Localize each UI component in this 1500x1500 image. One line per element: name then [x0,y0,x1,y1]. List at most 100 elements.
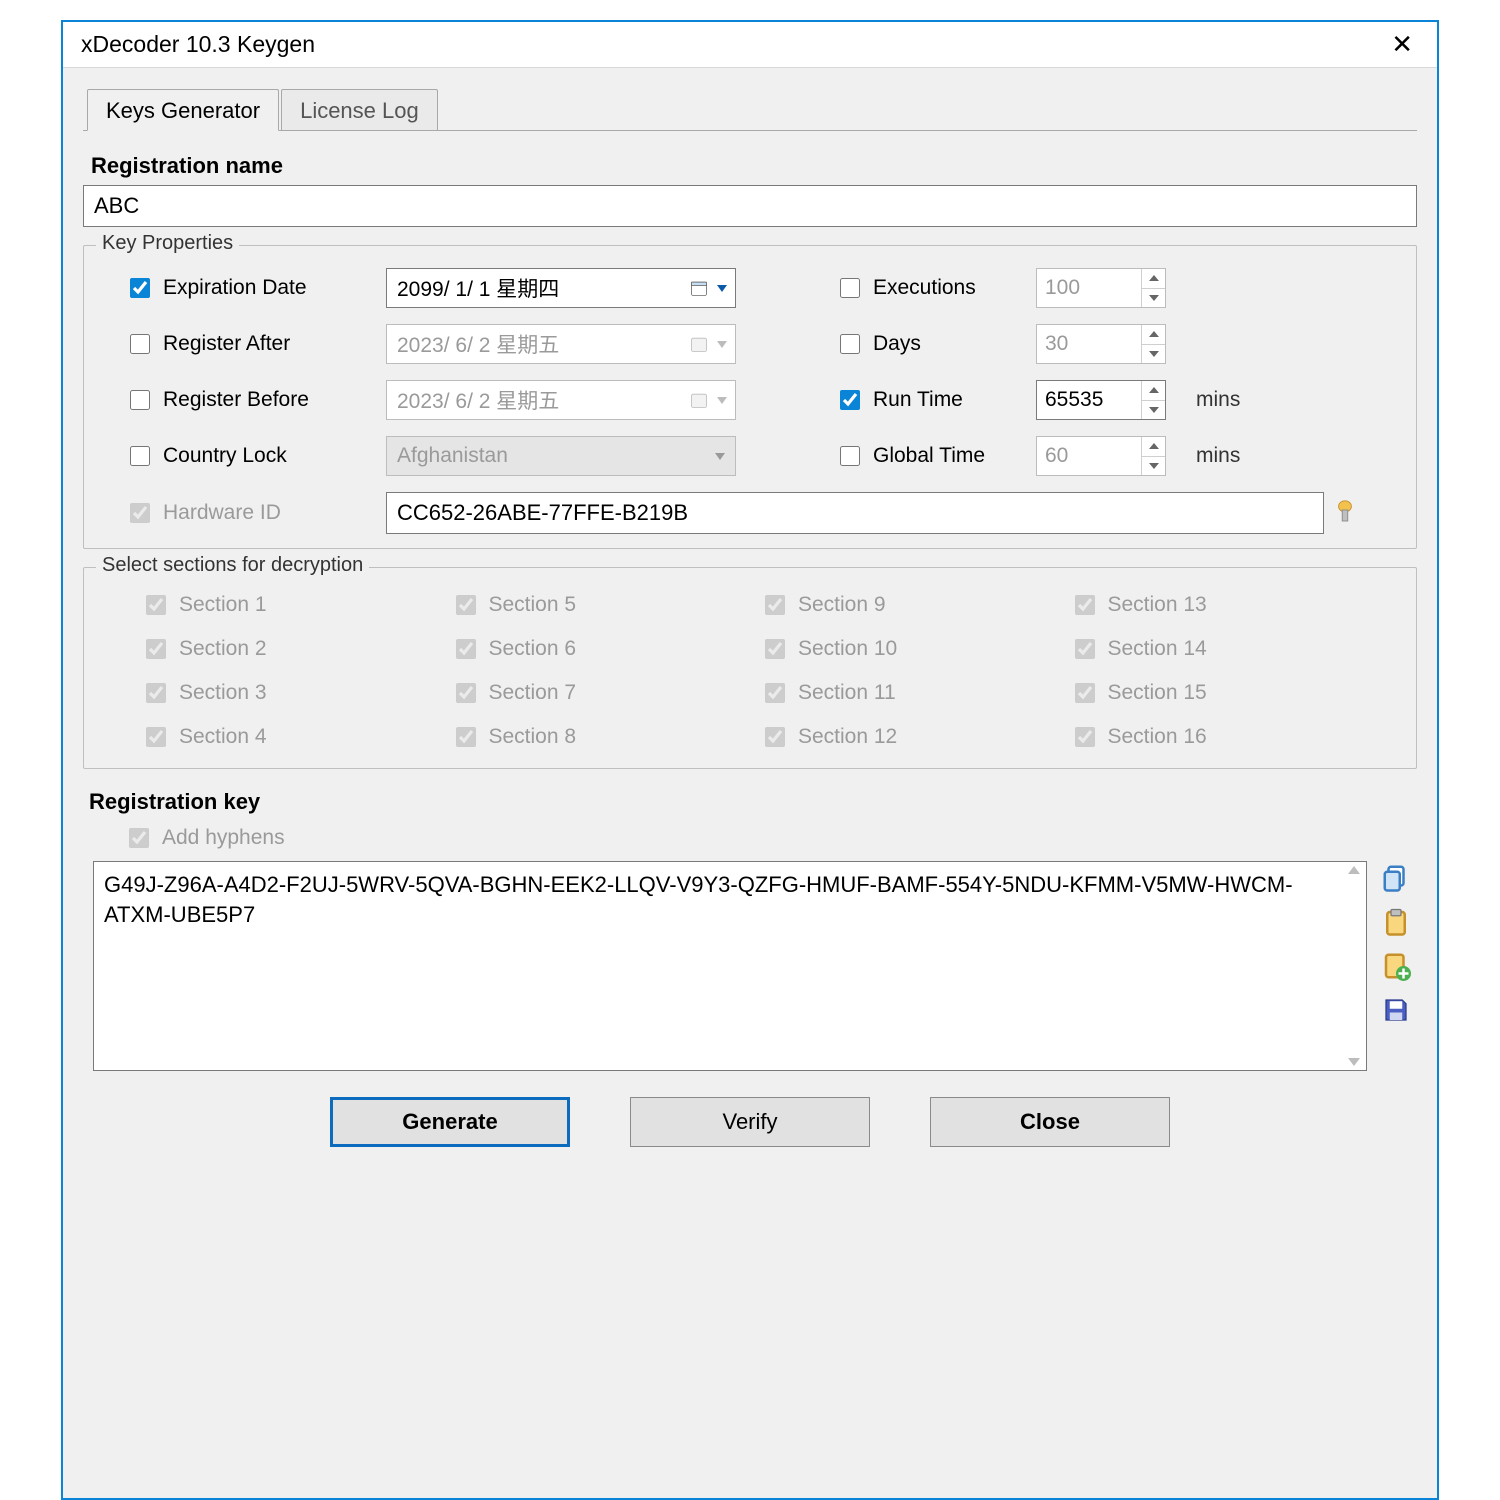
country-lock-label: Country Lock [163,444,287,468]
registration-name-input[interactable] [83,185,1417,227]
expiration-date-checkbox[interactable]: Expiration Date [126,275,376,301]
section-label: Section 5 [489,593,577,617]
section-check [1075,727,1095,747]
country-lock-checkbox[interactable]: Country Lock [126,443,376,469]
calendar-dropdown-icon[interactable] [689,390,727,410]
days-checkbox[interactable]: Days [836,331,1026,357]
section-check [146,683,166,703]
spinner-up-icon[interactable] [1142,381,1165,401]
section-check [456,683,476,703]
days-check[interactable] [840,334,860,354]
register-after-value: 2023/ 6/ 2 星期五 [397,329,559,359]
section-label: Section 7 [489,681,577,705]
section-label: Section 11 [798,681,896,705]
section-checkbox: Section 11 [761,680,1071,706]
register-after-label: Register After [163,332,290,356]
spinner-down-icon[interactable] [1142,457,1165,476]
global-time-label: Global Time [873,444,985,468]
register-before-checkbox[interactable]: Register Before [126,387,376,413]
section-check [146,595,166,615]
window: xDecoder 10.3 Keygen ✕ Keys Generator Li… [61,20,1439,1500]
country-lock-select[interactable]: Afghanistan [386,436,736,476]
spinner-up-icon[interactable] [1142,269,1165,289]
add-icon[interactable] [1381,951,1411,981]
section-label: Section 3 [179,681,267,705]
section-checkbox: Section 15 [1071,680,1381,706]
calendar-dropdown-icon[interactable] [689,334,727,354]
add-hyphens-label: Add hyphens [162,826,285,850]
add-hyphens-checkbox: Add hyphens [89,825,1417,861]
section-checkbox: Section 10 [761,636,1071,662]
section-checkbox: Section 2 [142,636,452,662]
generate-button[interactable]: Generate [330,1097,570,1147]
key-properties-group: Key Properties Expiration Date 2099/ 1/ … [83,245,1417,549]
section-label: Section 10 [798,637,897,661]
runtime-value: 65535 [1037,381,1141,419]
verify-button[interactable]: Verify [630,1097,870,1147]
register-after-picker[interactable]: 2023/ 6/ 2 星期五 [386,324,736,364]
register-after-check[interactable] [130,334,150,354]
calendar-dropdown-icon[interactable] [689,278,727,298]
spinner-down-icon[interactable] [1142,289,1165,308]
register-before-check[interactable] [130,390,150,410]
executions-label: Executions [873,276,976,300]
runtime-spinner[interactable]: 65535 [1036,380,1166,420]
runtime-checkbox[interactable]: Run Time [836,387,1026,413]
section-label: Section 12 [798,725,897,749]
hardware-id-checkbox: Hardware ID [126,500,376,526]
section-label: Section 9 [798,593,886,617]
registration-key-label: Registration key [89,789,1417,815]
section-check [146,639,166,659]
global-time-checkbox[interactable]: Global Time [836,443,1026,469]
country-lock-check[interactable] [130,446,150,466]
country-lock-value: Afghanistan [397,444,508,468]
button-row: Generate Verify Close [83,1071,1417,1167]
register-before-label: Register Before [163,388,309,412]
section-checkbox: Section 6 [452,636,762,662]
section-check [456,727,476,747]
tab-keys-generator[interactable]: Keys Generator [87,89,279,131]
global-time-check[interactable] [840,446,860,466]
add-hyphens-check [129,828,149,848]
tab-license-log[interactable]: License Log [281,89,438,130]
scrollbar[interactable] [1344,866,1364,1066]
register-after-checkbox[interactable]: Register After [126,331,376,357]
titlebar: xDecoder 10.3 Keygen ✕ [63,22,1437,68]
hardware-id-label: Hardware ID [163,501,281,525]
executions-checkbox[interactable]: Executions [836,275,1026,301]
section-label: Section 8 [489,725,577,749]
hardware-tool-icon[interactable] [1334,499,1356,527]
scroll-up-icon[interactable] [1348,866,1360,874]
expiration-date-check[interactable] [130,278,150,298]
paste-icon[interactable] [1381,907,1411,937]
executions-spinner[interactable]: 100 [1036,268,1166,308]
copy-icon[interactable] [1381,863,1411,893]
registration-key-area: Registration key Add hyphens G49J-Z96A-A… [83,789,1417,1071]
section-checkbox: Section 13 [1071,592,1381,618]
close-icon[interactable]: ✕ [1381,25,1423,64]
executions-check[interactable] [840,278,860,298]
section-check [1075,639,1095,659]
spinner-down-icon[interactable] [1142,345,1165,364]
section-checkbox: Section 4 [142,724,452,750]
registration-key-textarea[interactable]: G49J-Z96A-A4D2-F2UJ-5WRV-5QVA-BGHN-EEK2-… [93,861,1367,1071]
section-label: Section 16 [1108,725,1207,749]
days-spinner[interactable]: 30 [1036,324,1166,364]
spinner-up-icon[interactable] [1142,325,1165,345]
section-check [146,727,166,747]
expiration-date-picker[interactable]: 2099/ 1/ 1 星期四 [386,268,736,308]
scroll-down-icon[interactable] [1348,1058,1360,1066]
section-label: Section 6 [489,637,577,661]
spinner-down-icon[interactable] [1142,401,1165,420]
chevron-down-icon [715,453,725,460]
section-check [1075,683,1095,703]
save-icon[interactable] [1381,995,1411,1025]
runtime-check[interactable] [840,390,860,410]
register-before-value: 2023/ 6/ 2 星期五 [397,385,559,415]
global-time-spinner[interactable]: 60 [1036,436,1166,476]
hardware-id-input[interactable]: CC652-26ABE-77FFE-B219B [386,492,1324,534]
register-before-picker[interactable]: 2023/ 6/ 2 星期五 [386,380,736,420]
tabstrip: Keys Generator License Log [83,88,1417,131]
spinner-up-icon[interactable] [1142,437,1165,457]
close-button[interactable]: Close [930,1097,1170,1147]
